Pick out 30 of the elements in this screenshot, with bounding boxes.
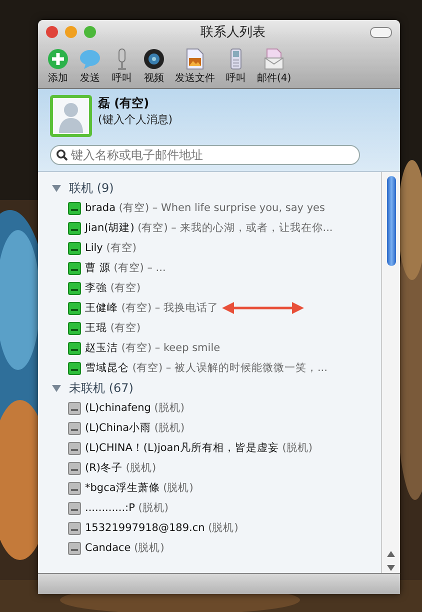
toolbar-button[interactable]: 发送文件	[172, 48, 218, 84]
window-title: 联系人列表	[200, 24, 266, 41]
toolbar-button[interactable]: 发送	[76, 48, 104, 84]
contact-item[interactable]: Candace (脱机)	[85, 541, 164, 555]
contact-item[interactable]: 雪域昆仑 (有空) – 被人误解的时候能微微一笑，...	[85, 361, 328, 375]
user-name[interactable]: 磊 (有空)	[98, 95, 173, 112]
contact-item[interactable]: Lily (有空)	[85, 241, 136, 255]
toolbar-button[interactable]: 邮件(4)	[254, 48, 294, 84]
contact-item[interactable]: 赵玉洁 (有空) – keep smile	[85, 341, 220, 355]
search-field[interactable]: 键入名称或电子邮件地址	[50, 145, 360, 165]
contact-item[interactable]: 曹 源 (有空) – ...	[85, 261, 166, 275]
contact-item[interactable]: 王健峰 (有空) – 我换电话了	[85, 301, 218, 315]
personal-message[interactable]: (键入个人消息)	[98, 112, 173, 127]
contact-item[interactable]: (L)CHINA！(L)joan凡所有相，皆是虚妄 (脱机)	[85, 441, 312, 455]
contact-item[interactable]: (L)China小雨 (脱机)	[85, 421, 185, 435]
toolbar-button[interactable]: 呼叫	[222, 48, 250, 84]
contact-item[interactable]: ............:P (脱机)	[85, 501, 168, 515]
contact-item[interactable]: (R)冬子 (脱机)	[85, 461, 156, 475]
contact-item[interactable]: 李強 (有空)	[85, 281, 141, 295]
toolbar-button[interactable]: 添加	[44, 48, 72, 84]
toolbar-button[interactable]: 呼叫	[108, 48, 136, 84]
contact-item[interactable]: (L)chinafeng (脱机)	[85, 401, 184, 415]
contact-item[interactable]: 15321997918@189.cn (脱机)	[85, 521, 238, 535]
group-name[interactable]: 联机 (9)	[69, 180, 114, 196]
group-name[interactable]: 未联机 (67)	[69, 380, 134, 396]
toolbar-button[interactable]: 视频	[140, 48, 168, 84]
contact-item[interactable]: 王琨 (有空)	[85, 321, 141, 335]
contact-item[interactable]: brada (有空) – When life surprise you, say yes	[85, 201, 325, 215]
contact-item[interactable]: Jian(胡建) (有空) – 来我的心湖，或者，让我在你...	[85, 221, 333, 235]
contact-item[interactable]: *bgca浮生萧條 (脱机)	[85, 481, 194, 495]
